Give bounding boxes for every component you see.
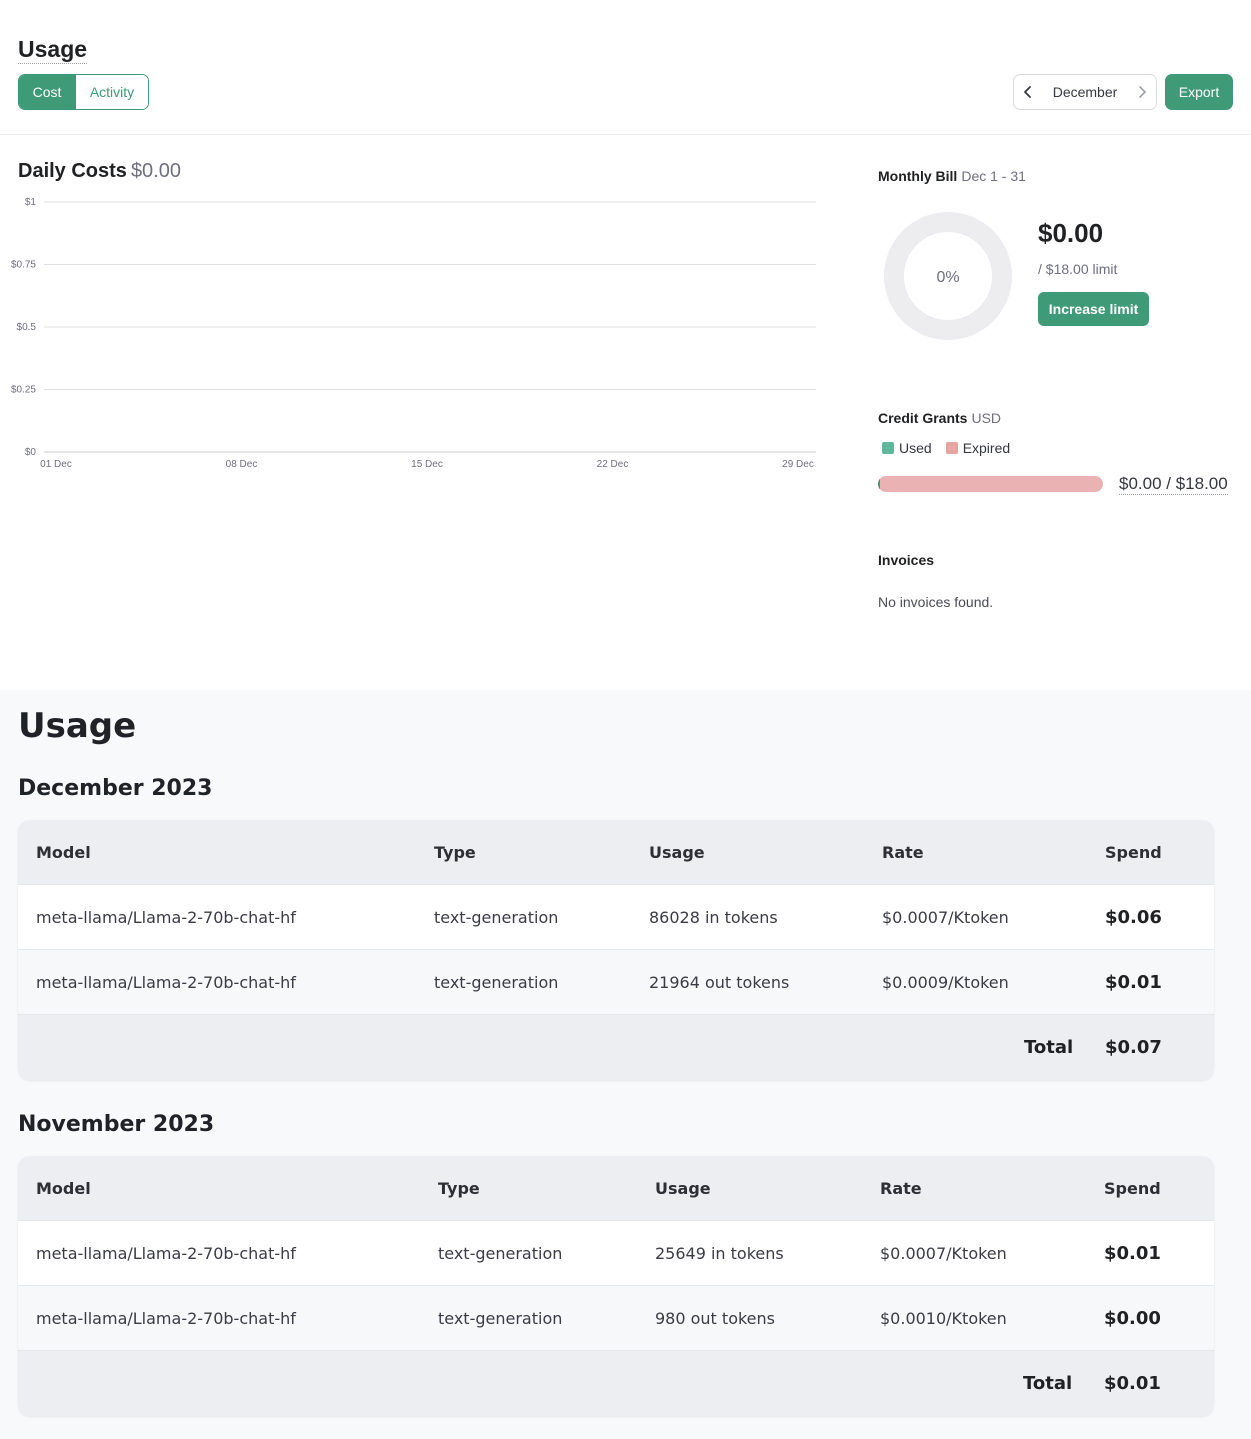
cell-type: text-generation bbox=[434, 973, 559, 992]
y-tick-label: $0.25 bbox=[11, 385, 36, 396]
cell-type: text-generation bbox=[434, 908, 559, 927]
total-value: $0.01 bbox=[1104, 1373, 1161, 1394]
table-header-row: Model Type Usage Rate Spend bbox=[18, 1156, 1214, 1221]
cell-spend: $0.06 bbox=[1105, 907, 1162, 928]
credit-progress-used bbox=[878, 476, 880, 492]
column-header-spend: Spend bbox=[1105, 843, 1162, 862]
donut-percent-label: 0% bbox=[936, 269, 959, 286]
column-header-spend: Spend bbox=[1104, 1179, 1161, 1198]
daily-costs-chart: $0 $0.25 $0.5 $0.75 $1 01 Dec 08 Dec 15 Dec 22 D… bbox=[11, 197, 816, 470]
monthly-bill-title: Monthly Bill Dec 1 - 31 bbox=[878, 168, 1026, 184]
column-header-usage: Usage bbox=[649, 843, 705, 862]
table-total-row: Total $0.01 bbox=[18, 1351, 1214, 1416]
table-row: meta-llama/Llama-2-70b-chat-hf text-gene… bbox=[18, 1286, 1214, 1351]
table-row: meta-llama/Llama-2-70b-chat-hf text-gene… bbox=[18, 1221, 1214, 1286]
cell-model: meta-llama/Llama-2-70b-chat-hf bbox=[36, 973, 296, 992]
usage-title: Usage bbox=[18, 706, 137, 746]
table-header-row: Model Type Usage Rate Spend bbox=[18, 820, 1214, 885]
cell-usage: 980 out tokens bbox=[655, 1309, 775, 1328]
invoices-empty-message: No invoices found. bbox=[878, 594, 994, 610]
legend-label-expired: Expired bbox=[962, 440, 1011, 456]
credit-legend: Used Expired bbox=[882, 440, 1010, 456]
y-tick-label: $1 bbox=[25, 197, 37, 208]
cell-usage: 25649 in tokens bbox=[655, 1244, 784, 1263]
cell-rate: $0.0007/Ktoken bbox=[880, 1244, 1007, 1263]
cell-usage: 21964 out tokens bbox=[649, 973, 790, 992]
increase-limit-button[interactable]: Increase limit bbox=[1038, 292, 1149, 326]
column-header-model: Model bbox=[36, 1179, 91, 1198]
cell-rate: $0.0007/Ktoken bbox=[882, 908, 1009, 927]
total-value: $0.07 bbox=[1105, 1037, 1162, 1058]
credit-amount: $0.00 / $18.00 bbox=[1119, 474, 1228, 495]
bill-amount: $0.00 bbox=[1038, 218, 1104, 248]
month-heading-november: November 2023 bbox=[18, 1112, 215, 1137]
credit-grants-label: Credit Grants bbox=[878, 410, 968, 426]
cell-rate: $0.0010/Ktoken bbox=[880, 1309, 1007, 1328]
usage-table-november: Model Type Usage Rate Spend meta-llama/L… bbox=[18, 1156, 1214, 1416]
column-header-type: Type bbox=[434, 843, 476, 862]
x-tick-label: 15 Dec bbox=[411, 459, 443, 470]
credit-grants-currency: USD bbox=[971, 410, 1002, 426]
cell-type: text-generation bbox=[438, 1309, 563, 1328]
month-label: December bbox=[1052, 84, 1118, 100]
y-tick-label: $0 bbox=[25, 447, 37, 458]
month-picker: December bbox=[1013, 74, 1157, 110]
y-tick-label: $0.5 bbox=[17, 322, 37, 333]
cell-spend: $0.00 bbox=[1104, 1308, 1161, 1329]
chevron-left-icon[interactable] bbox=[1014, 85, 1042, 99]
column-header-rate: Rate bbox=[882, 843, 924, 862]
table-row: meta-llama/Llama-2-70b-chat-hf text-gene… bbox=[18, 885, 1214, 950]
usage-table-december: Model Type Usage Rate Spend meta-llama/L… bbox=[18, 820, 1214, 1080]
tab-activity[interactable]: Activity bbox=[75, 75, 148, 109]
cell-rate: $0.0009/Ktoken bbox=[882, 973, 1009, 992]
cell-model: meta-llama/Llama-2-70b-chat-hf bbox=[36, 1244, 296, 1263]
usage-section: Usage December 2023 Model Type Usage Rat… bbox=[0, 690, 1251, 1439]
daily-costs-label: Daily Costs bbox=[18, 160, 127, 182]
month-heading-december: December 2023 bbox=[18, 776, 213, 801]
legend-label-used: Used bbox=[899, 440, 932, 456]
monthly-bill-range: Dec 1 - 31 bbox=[961, 168, 1026, 184]
bill-limit: / $18.00 limit bbox=[1038, 261, 1118, 277]
x-tick-label: 22 Dec bbox=[597, 459, 629, 470]
daily-costs-title: Daily Costs $0.00 bbox=[18, 160, 181, 183]
bill-donut-chart: 0% bbox=[884, 212, 1012, 340]
legend-swatch-expired bbox=[945, 442, 958, 454]
cell-type: text-generation bbox=[438, 1244, 563, 1263]
y-tick-label: $0.75 bbox=[11, 260, 36, 271]
tab-cost[interactable]: Cost bbox=[19, 75, 75, 109]
x-tick-label: 01 Dec bbox=[40, 459, 72, 470]
export-button[interactable]: Export bbox=[1165, 74, 1233, 110]
table-total-row: Total $0.07 bbox=[18, 1015, 1214, 1080]
credit-progress-bar bbox=[878, 476, 1103, 492]
legend-expired: Expired bbox=[945, 440, 1011, 456]
view-toggle: Cost Activity bbox=[18, 74, 149, 110]
daily-costs-amount: $0.00 bbox=[130, 160, 181, 182]
cell-spend: $0.01 bbox=[1104, 1243, 1161, 1264]
cell-model: meta-llama/Llama-2-70b-chat-hf bbox=[36, 908, 296, 927]
x-tick-label: 29 Dec bbox=[782, 459, 814, 470]
total-label: Total bbox=[1023, 1373, 1073, 1394]
column-header-rate: Rate bbox=[880, 1179, 922, 1198]
cell-usage: 86028 in tokens bbox=[649, 908, 778, 927]
legend-used: Used bbox=[882, 440, 932, 456]
credit-grants-title: Credit Grants USD bbox=[878, 410, 1001, 426]
legend-swatch-used bbox=[882, 442, 894, 454]
table-row: meta-llama/Llama-2-70b-chat-hf text-gene… bbox=[18, 950, 1214, 1015]
page-title: Usage bbox=[18, 36, 88, 64]
total-label: Total bbox=[1024, 1037, 1074, 1058]
divider bbox=[0, 134, 1251, 135]
invoices-title: Invoices bbox=[878, 552, 935, 568]
cell-spend: $0.01 bbox=[1105, 972, 1162, 993]
column-header-usage: Usage bbox=[655, 1179, 711, 1198]
column-header-type: Type bbox=[438, 1179, 480, 1198]
x-tick-label: 08 Dec bbox=[226, 459, 258, 470]
cell-model: meta-llama/Llama-2-70b-chat-hf bbox=[36, 1309, 296, 1328]
monthly-bill-label: Monthly Bill bbox=[878, 168, 958, 184]
cost-dashboard: Usage Cost Activity December Export Dail… bbox=[0, 0, 1251, 690]
chevron-right-icon[interactable] bbox=[1128, 85, 1156, 99]
column-header-model: Model bbox=[36, 843, 91, 862]
